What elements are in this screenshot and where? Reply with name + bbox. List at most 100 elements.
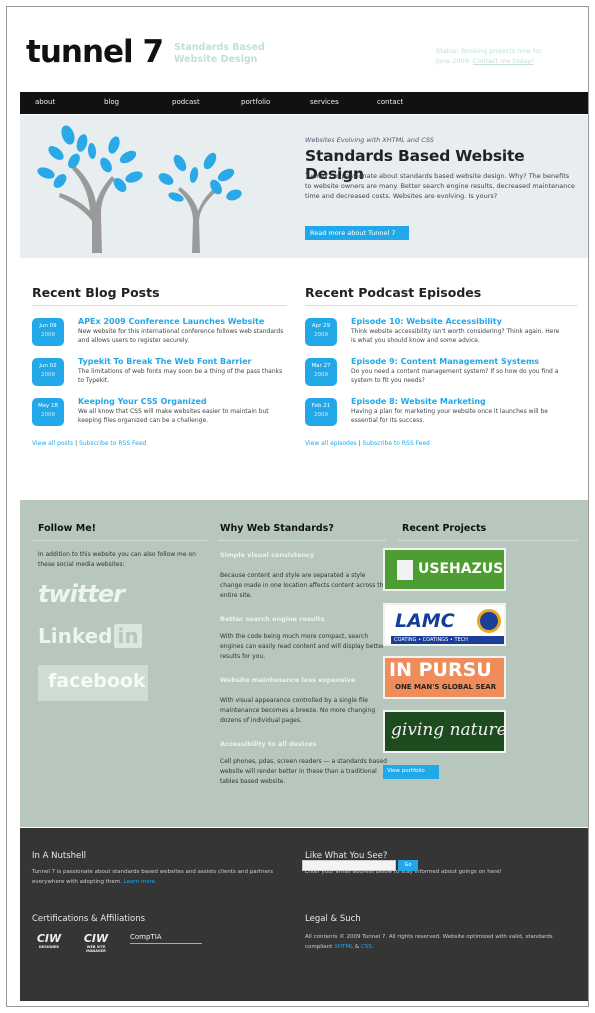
read-more-button[interactable]: Read more about Tunnel 7: [305, 226, 409, 240]
linkedin-logo[interactable]: Linked in: [38, 624, 142, 648]
podcast-links: View all episodes | Subscribe to RSS Fee…: [305, 440, 430, 447]
post-title[interactable]: Typekit To Break The Web Font Barrier: [78, 357, 251, 366]
episode-excerpt: Having a plan for marketing your website…: [351, 408, 548, 424]
nutshell-text: Tunnel 7 is passionate about standards b…: [32, 867, 282, 887]
date-year: 2009: [41, 412, 55, 418]
project-giving-nature[interactable]: giving nature: [383, 710, 506, 753]
date-badge: Jun 02 2009: [32, 358, 64, 386]
date-year: 2009: [41, 372, 55, 378]
date-year: 2009: [314, 332, 328, 338]
ciw-designer-logo: CIW DESIGNER: [32, 932, 66, 949]
episode-title[interactable]: Episode 9: Content Management Systems: [351, 357, 539, 366]
ciw-designer-sub: DESIGNER: [38, 945, 59, 949]
podcast-rss-link[interactable]: Subscribe to RSS Feed: [363, 440, 430, 447]
twitter-logo[interactable]: twitter: [38, 580, 125, 608]
post-excerpt: We all know that CSS will make websites …: [78, 408, 269, 424]
nav-services[interactable]: services: [310, 98, 339, 106]
date-month: Jun 02: [39, 363, 57, 369]
blog-links: View all posts | Subscribe to RSS Feed: [32, 440, 146, 447]
nav-about[interactable]: about: [35, 98, 55, 106]
podcast-episode[interactable]: Apr 29 2009 Episode 10: Website Accessibi…: [305, 317, 560, 352]
project-usehazus-label: USEHAZUS: [418, 561, 504, 577]
ciw-manager-sub: WEB SITE MANAGER: [86, 945, 106, 953]
facebook-logo[interactable]: facebook: [38, 665, 148, 701]
blog-post[interactable]: Jun 02 2009 Typekit To Break The Web Font…: [32, 357, 282, 392]
css-link[interactable]: CSS.: [361, 944, 374, 950]
divider: [32, 305, 287, 306]
linkedin-word: Linked: [38, 624, 113, 648]
status-message: Status: Booking projects now for June 20…: [436, 46, 556, 66]
site-logo[interactable]: tunnel 7: [26, 34, 164, 70]
legal-amp: &: [354, 944, 360, 950]
divider: [305, 305, 578, 306]
why-point-heading: Website maintenance less expensive: [220, 676, 356, 684]
nav-contact[interactable]: contact: [377, 98, 403, 106]
date-year: 2009: [41, 332, 55, 338]
why-point-heading: Accessibility to all devices: [220, 740, 317, 748]
blog-section-title: Recent Blog Posts: [32, 285, 160, 300]
blog-post[interactable]: May 18 2009 Keeping Your CSS Organized We…: [32, 397, 282, 432]
project-lamc-sub: COATING • COATINGS • TECH: [391, 636, 504, 644]
date-badge: Feb 21 2009: [305, 398, 337, 426]
hero-eyebrow: Websites Evolving with XHTML and CSS: [305, 136, 434, 144]
date-badge: May 18 2009: [32, 398, 64, 426]
podcast-section-title: Recent Podcast Episodes: [305, 285, 482, 300]
project-pursuit-label: IN PURSU: [389, 659, 492, 681]
post-title[interactable]: Keeping Your CSS Organized: [78, 397, 207, 406]
podcast-episode[interactable]: Mar 27 2009 Episode 9: Content Management…: [305, 357, 558, 392]
project-lamc[interactable]: LAMC COATING • COATINGS • TECH: [383, 603, 506, 646]
episode-title[interactable]: Episode 8: Website Marketing: [351, 397, 486, 406]
date-badge: Apr 29 2009: [305, 318, 337, 346]
view-portfolio-button[interactable]: View portfolio: [383, 765, 439, 779]
trees-illustration: [37, 125, 242, 253]
nutshell-title: In A Nutshell: [32, 851, 86, 861]
view-all-posts-link[interactable]: View all posts: [32, 440, 73, 447]
episode-title[interactable]: Episode 10: Website Accessibility: [351, 317, 502, 326]
date-badge: Jun 09 2009: [32, 318, 64, 346]
date-year: 2009: [314, 372, 328, 378]
subscribe-go-button[interactable]: Go: [398, 860, 418, 871]
project-in-pursuit[interactable]: IN PURSU ONE MAN'S GLOBAL SEAR: [383, 656, 506, 699]
learn-more-link[interactable]: Learn more.: [124, 879, 157, 885]
legal-text: All contents © 2009 Tunnel 7. All rights…: [305, 932, 570, 952]
xhtml-link[interactable]: XHTML: [334, 944, 353, 950]
linkedin-in-badge: in: [114, 624, 142, 648]
lamc-globe-icon: [477, 609, 501, 633]
link-separator: |: [75, 440, 78, 447]
why-point-text: Because content and style are separated …: [220, 572, 388, 599]
date-badge: Mar 27 2009: [305, 358, 337, 386]
follow-title: Follow Me!: [38, 523, 96, 534]
date-month: Apr 29: [311, 323, 331, 329]
project-usehazus[interactable]: USEHAZUS: [383, 548, 506, 591]
why-title: Why Web Standards?: [220, 523, 334, 534]
date-month: Mar 27: [311, 363, 331, 369]
projects-title: Recent Projects: [402, 523, 487, 534]
why-point-heading: Simple visual consistency: [220, 551, 315, 559]
cert-title: Certifications & Affiliations: [32, 914, 146, 924]
view-all-episodes-link[interactable]: View all episodes: [305, 440, 357, 447]
date-year: 2009: [314, 412, 328, 418]
why-point-text: With visual appearance controlled by a s…: [220, 697, 376, 724]
blog-post[interactable]: Jun 09 2009 APEx 2009 Conference Launches…: [32, 317, 283, 352]
hero-text: Tunnel 7 is passionate about standards b…: [305, 172, 575, 200]
contact-link[interactable]: Contact me today!: [473, 57, 534, 65]
why-point-text: With the code being much more compact, s…: [220, 633, 385, 660]
ciw-manager-text: CIW: [83, 932, 109, 945]
post-title[interactable]: APEx 2009 Conference Launches Website: [78, 317, 264, 326]
nav-portfolio[interactable]: portfolio: [241, 98, 270, 106]
link-separator: |: [358, 440, 361, 447]
follow-text: In addition to this website you can also…: [38, 551, 196, 568]
nav-blog[interactable]: blog: [104, 98, 119, 106]
post-excerpt: New website for this international confe…: [78, 328, 284, 344]
project-pursuit-sub: ONE MAN'S GLOBAL SEAR: [385, 683, 504, 691]
podcast-episode[interactable]: Feb 21 2009 Episode 8: Website Marketing …: [305, 397, 555, 432]
blog-rss-link[interactable]: Subscribe to RSS Feed: [79, 440, 146, 447]
email-input[interactable]: [302, 860, 396, 871]
site-tagline: Standards Based Website Design: [174, 42, 265, 65]
nav-podcast[interactable]: podcast: [172, 98, 200, 106]
divider: [130, 943, 202, 944]
ciw-designer-text: CIW: [36, 932, 62, 945]
legal-title: Legal & Such: [305, 914, 361, 924]
post-excerpt: The limitations of web fonts may soon be…: [78, 368, 283, 384]
project-giving-label: giving nature: [391, 720, 506, 740]
